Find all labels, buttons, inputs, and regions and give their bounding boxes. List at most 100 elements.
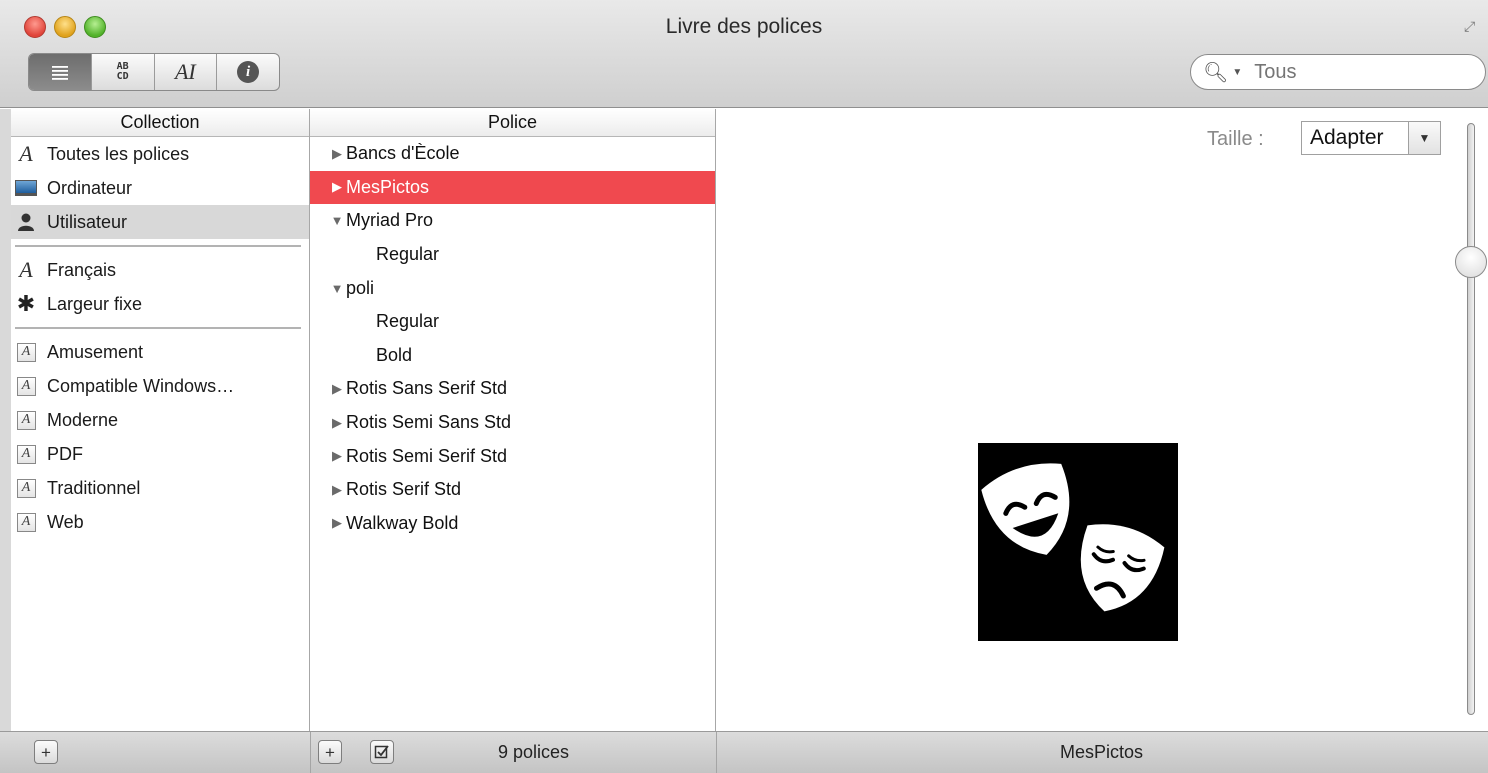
collection-item-label: Ordinateur [47, 177, 133, 198]
script-a-icon: A [19, 141, 33, 166]
ab-cd-icon: AB CD [116, 61, 129, 82]
glyph-preview [978, 443, 1178, 641]
collection-item-web[interactable]: A Web [11, 505, 309, 539]
font-box-icon: A [15, 341, 37, 363]
user-icon [15, 211, 37, 233]
collection-item-pdf[interactable]: A PDF [11, 437, 309, 471]
font-box-icon: A [15, 375, 37, 397]
font-family-row[interactable]: ▶ Bancs d'Ècole [310, 137, 715, 171]
collection-item-amusement[interactable]: A Amusement [11, 335, 309, 369]
font-family-row[interactable]: ▼ poli [310, 271, 715, 305]
gear-icon: ✱ [16, 291, 36, 316]
font-family-row[interactable]: ▶ Walkway Bold [310, 507, 715, 541]
collection-item-compatible-windows[interactable]: A Compatible Windows… [11, 369, 309, 403]
font-row-label: Myriad Pro [346, 210, 434, 231]
collection-item-label: Compatible Windows… [47, 375, 235, 396]
font-family-row[interactable]: ▶ Rotis Semi Sans Std [310, 406, 715, 440]
disclosure-right-icon[interactable]: ▶ [328, 146, 346, 162]
theater-masks-icon [981, 463, 1165, 612]
list-view-button[interactable] [29, 54, 92, 90]
divider [716, 732, 717, 773]
size-select-value: Adapter [1310, 126, 1384, 149]
view-mode-segmented-control: AB CD AI i [28, 53, 280, 91]
collection-item-utilisateur[interactable]: Utilisateur [11, 205, 309, 239]
collection-separator [15, 327, 301, 329]
font-pane: Police ▶ Bancs d'Ècole ▶ MesPictos ▼ Myriad… [310, 109, 716, 731]
font-count: 9 polices [498, 742, 570, 762]
window-title: Livre des polices [665, 15, 823, 38]
font-family-row[interactable]: ▶ Rotis Serif Std [310, 473, 715, 507]
collection-item-label: Utilisateur [47, 211, 128, 232]
font-row-label: Bancs d'Ècole [346, 143, 460, 164]
collection-item-largeur-fixe[interactable]: ✱ Largeur fixe [11, 287, 309, 321]
selected-font-name: MesPictos [1060, 742, 1144, 762]
disclosure-right-icon[interactable]: ▶ [328, 415, 346, 431]
add-collection-button[interactable]: + [34, 740, 58, 764]
size-slider-knob[interactable] [1455, 246, 1487, 279]
font-style-row[interactable]: Regular [310, 305, 715, 339]
font-row-label: Regular [376, 311, 440, 332]
size-select[interactable]: Adapter ▼ [1301, 121, 1441, 155]
font-row-label: MesPictos [346, 176, 430, 197]
script-a-icon: A [19, 257, 33, 282]
collection-item-moderne[interactable]: A Moderne [11, 403, 309, 437]
collection-item-label: Toutes les polices [47, 143, 190, 164]
window-toolbar: Livre des polices ⤢ AB CD AI i 🔍︎ ▼ [0, 0, 1488, 108]
size-label: Taille : [1207, 128, 1264, 150]
collection-list: A Toutes les polices Ordinateur Utilisat… [11, 137, 309, 539]
font-row-label: Bold [376, 344, 413, 365]
font-family-row[interactable]: ▶ Rotis Semi Serif Std [310, 439, 715, 473]
search-input[interactable] [1254, 60, 1455, 84]
plus-icon: + [325, 742, 335, 762]
info-view-button[interactable]: i [217, 54, 279, 90]
font-row-label: Regular [376, 244, 440, 265]
collection-item-label: Largeur fixe [47, 293, 143, 314]
custom-view-button[interactable]: AI [155, 54, 218, 90]
font-family-row[interactable]: ▼ Myriad Pro [310, 204, 715, 238]
collection-item-label: Français [47, 259, 117, 280]
font-row-label: Rotis Semi Sans Std [346, 412, 512, 433]
enable-font-button[interactable] [370, 740, 394, 764]
disclosure-right-icon[interactable]: ▶ [328, 179, 346, 195]
font-box-icon: A [15, 443, 37, 465]
font-box-icon: A [15, 511, 37, 533]
fullscreen-icon[interactable]: ⤢ [1464, 18, 1480, 34]
disclosure-right-icon[interactable]: ▶ [328, 482, 346, 498]
font-row-label: Rotis Serif Std [346, 479, 462, 500]
add-font-button[interactable]: + [318, 740, 342, 764]
collection-separator [15, 245, 301, 247]
chevron-down-icon[interactable]: ▼ [1408, 122, 1440, 154]
size-slider-track[interactable] [1467, 123, 1475, 715]
search-field[interactable]: 🔍︎ ▼ [1190, 54, 1486, 90]
chevron-down-icon[interactable]: ▼ [1232, 67, 1242, 78]
font-row-label: poli [346, 277, 375, 298]
font-list: ▶ Bancs d'Ècole ▶ MesPictos ▼ Myriad Pro Re… [310, 137, 715, 540]
font-row-label: Walkway Bold [346, 512, 459, 533]
collection-item-label: Moderne [47, 409, 119, 430]
disclosure-down-icon[interactable]: ▼ [328, 213, 346, 228]
font-style-row[interactable]: Regular [310, 238, 715, 272]
disclosure-right-icon[interactable]: ▶ [328, 448, 346, 464]
collection-item-toutes-les-polices[interactable]: A Toutes les polices [11, 137, 309, 171]
preview-pane: Taille : Adapter ▼ [716, 109, 1488, 731]
font-header[interactable]: Police [310, 109, 715, 137]
font-family-row[interactable]: ▶ Rotis Sans Serif Std [310, 372, 715, 406]
collection-item-label: Amusement [47, 341, 144, 362]
disclosure-down-icon[interactable]: ▼ [328, 281, 346, 296]
sample-view-button[interactable]: AB CD [92, 54, 155, 90]
collection-item-traditionnel[interactable]: A Traditionnel [11, 471, 309, 505]
disclosure-right-icon[interactable]: ▶ [328, 515, 346, 531]
font-row-label: Rotis Sans Serif Std [346, 378, 508, 399]
font-style-row[interactable]: Bold [310, 339, 715, 373]
collection-item-label: Traditionnel [47, 477, 141, 498]
collection-item-ordinateur[interactable]: Ordinateur [11, 171, 309, 205]
info-icon: i [237, 61, 260, 83]
checkbox-icon [374, 745, 389, 759]
divider [310, 732, 311, 773]
collection-header[interactable]: Collection [11, 109, 309, 137]
disclosure-right-icon[interactable]: ▶ [328, 381, 346, 397]
collection-item-francais[interactable]: A Français [11, 253, 309, 287]
collection-item-label: PDF [47, 443, 83, 464]
plus-icon: + [41, 742, 51, 762]
font-family-row-selected[interactable]: ▶ MesPictos [310, 170, 715, 205]
